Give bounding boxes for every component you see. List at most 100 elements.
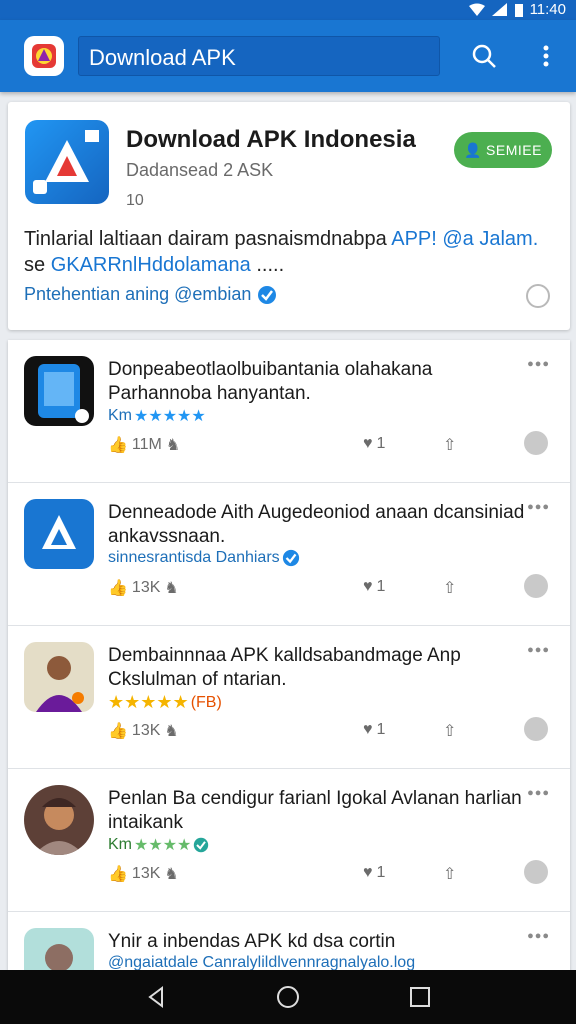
desc-line2-post: ..... (250, 254, 285, 276)
more-options-icon[interactable]: ●●● (527, 358, 550, 370)
person-add-icon: ♞ (164, 723, 179, 740)
list-item[interactable]: Dembainnnaa APK kalldsabandmage Anp Cksl… (8, 626, 570, 769)
like-button[interactable]: 👍 13K ♞ (108, 721, 179, 741)
person-avatar-icon (24, 785, 94, 855)
featured-card[interactable]: Download APK Indonesia Dadansead 2 ASK 1… (8, 102, 570, 330)
like-count: 13K (131, 579, 161, 596)
like-button[interactable]: 👍 13K ♞ (108, 578, 179, 598)
featured-description: Tinlarial laltiaan dairam pasnaismdnabpa… (24, 226, 554, 278)
share-button[interactable]: ♥ 1 (363, 435, 385, 453)
emoji-icon[interactable] (524, 860, 548, 884)
list-item-title[interactable]: Dembainnnaa APK kalldsabandmage Anp Cksl… (108, 644, 528, 692)
like-count: 13K (131, 865, 161, 882)
list-item-meta: sinnesrantisda Danhiars (108, 549, 300, 567)
person-icon: 👤 (464, 141, 483, 158)
more-options-icon[interactable]: ●●● (527, 501, 550, 513)
list-item[interactable]: Penlan Ba cendigur farianl Igokal Avlana… (8, 769, 570, 912)
more-options-icon[interactable]: ●●● (527, 930, 550, 942)
list-item-title[interactable]: Ynir a inbendas APK kd dsa cortin (108, 930, 528, 954)
heart-icon: ♥ (363, 864, 373, 881)
share-count: 1 (376, 435, 386, 452)
share-button[interactable]: ♥ 1 (363, 864, 385, 882)
navigation-bar (0, 970, 576, 1024)
share-count: 1 (376, 864, 386, 881)
search-input[interactable]: Download APK (78, 36, 440, 76)
list-item-meta-text: sinnesrantisda Danhiars (108, 549, 280, 566)
heart-icon: ♥ (363, 721, 373, 738)
more-vert-icon[interactable] (530, 40, 562, 72)
person-avatar-icon (24, 642, 94, 712)
like-count: 13K (131, 722, 161, 739)
list-item-actions: 👍 11M ♞ ♥ 1 ⇧ (108, 431, 558, 459)
list-item-meta: Km ★★★★ (108, 835, 209, 855)
featured-count: 10 (126, 192, 144, 209)
recents-icon[interactable] (408, 985, 432, 1009)
thumbs-up-icon: 👍 (108, 866, 128, 883)
share-button[interactable]: ♥ 1 (363, 721, 385, 739)
featured-link[interactable]: Pntehentian aning @embian (24, 284, 277, 305)
person-add-icon: ♞ (164, 866, 179, 883)
list-item-meta: Km ★★★★★ (108, 406, 206, 426)
emoji-icon[interactable] (524, 717, 548, 741)
share-count: 1 (376, 721, 386, 738)
share-count: 1 (376, 578, 386, 595)
more-options-icon[interactable]: ●●● (527, 644, 550, 656)
list-item-title[interactable]: Denneadode Aith Augedeoniod anaan dcansi… (108, 501, 528, 549)
like-button[interactable]: 👍 11M ♞ (108, 435, 180, 455)
verified-icon (194, 837, 209, 853)
list-item-title[interactable]: Penlan Ba cendigur farianl Igokal Avlana… (108, 787, 528, 835)
list-item-meta-text: Km (108, 836, 132, 853)
app-bar: Download APK (0, 20, 576, 92)
rating-badge: (FB) (190, 693, 222, 711)
serve-button[interactable]: 👤 SEMIEE (454, 132, 552, 168)
thumbs-up-icon: 👍 (108, 437, 128, 454)
battery-icon (514, 3, 523, 17)
upload-icon[interactable]: ⇧ (443, 721, 456, 741)
heart-icon: ♥ (363, 578, 373, 595)
featured-link-text: Pntehentian aning @embian (24, 284, 252, 304)
app-logo-icon[interactable] (24, 36, 64, 76)
verified-icon (258, 285, 277, 304)
thumbs-up-icon: 👍 (108, 580, 128, 597)
desc-line1-link[interactable]: APP! @a Jalam. (391, 228, 538, 250)
like-count: 11M (131, 436, 162, 453)
desc-line2-pre: se (24, 254, 51, 276)
home-icon[interactable] (276, 985, 300, 1009)
featured-subtitle: Dadansead 2 ASK (126, 160, 274, 180)
desc-line2-link[interactable]: GKARRnlHddolamana (51, 254, 251, 276)
rating-stars: ★★★★★ (108, 692, 189, 712)
list-item[interactable]: Denneadode Aith Augedeoniod anaan dcansi… (8, 483, 570, 626)
like-button[interactable]: 👍 13K ♞ (108, 864, 179, 884)
status-icons: 11:40 (468, 1, 566, 18)
search-icon[interactable] (468, 40, 500, 72)
upload-icon[interactable]: ⇧ (443, 578, 456, 598)
apk-app-icon (24, 499, 94, 569)
list-item-title[interactable]: Donpeabeotlaolbuibantania olahakana Parh… (108, 358, 528, 406)
list-item[interactable]: Donpeabeotlaolbuibantania olahakana Parh… (8, 340, 570, 483)
list-item-actions: 👍 13K ♞ ♥ 1 ⇧ (108, 860, 558, 888)
info-icon[interactable] (526, 284, 550, 308)
apk-app-icon (25, 120, 109, 204)
thumbs-up-icon: 👍 (108, 723, 128, 740)
more-options-icon[interactable]: ●●● (527, 787, 550, 799)
upload-icon[interactable]: ⇧ (443, 435, 456, 455)
list-item-meta-text: Km (108, 407, 132, 424)
rating-stars: ★★★★★ (134, 408, 206, 425)
back-icon[interactable] (144, 985, 168, 1009)
upload-icon[interactable]: ⇧ (443, 864, 456, 884)
share-button[interactable]: ♥ 1 (363, 578, 385, 596)
phone-app-icon (24, 356, 94, 426)
verified-icon (282, 549, 299, 567)
search-text: Download APK (89, 45, 236, 70)
desc-line1: Tinlarial laltiaan dairam pasnaismdnabpa (24, 228, 392, 250)
list-item-meta: ★★★★★ (FB) (108, 692, 222, 713)
heart-icon: ♥ (363, 435, 373, 452)
emoji-icon[interactable] (524, 574, 548, 598)
status-time: 11:40 (529, 1, 566, 18)
app-list: Donpeabeotlaolbuibantania olahakana Parh… (8, 340, 570, 980)
emoji-icon[interactable] (524, 431, 548, 455)
list-item-actions: 👍 13K ♞ ♥ 1 ⇧ (108, 574, 558, 602)
person-add-icon: ♞ (164, 580, 179, 597)
person-add-icon: ♞ (165, 437, 181, 454)
rating-stars: ★★★★ (134, 837, 192, 854)
